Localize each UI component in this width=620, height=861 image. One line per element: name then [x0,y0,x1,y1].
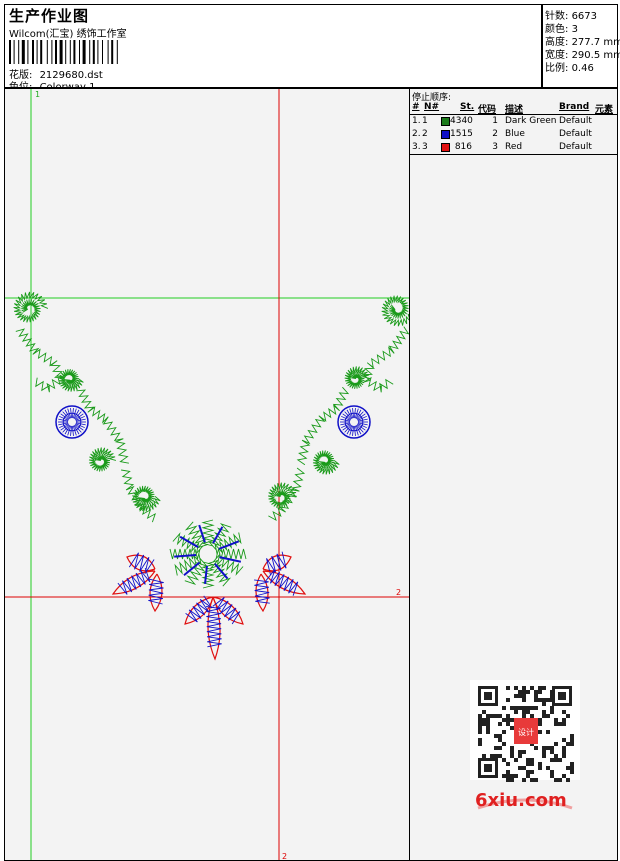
row-number: 2. [412,129,421,139]
col-header-n: N# [424,102,440,112]
guide-label-2-bottom: 2 [282,852,287,861]
row-number: 1. [412,116,421,126]
scale-row: 比例: 0.46 [545,59,594,74]
design-stats-panel: 针数: 6673 颜色: 3 高度: 277.7 mm 宽度: 290.5 mm… [542,4,620,88]
row-code: 2 [492,129,498,139]
table-bottom-divider [410,154,617,155]
scale-value: 0.46 [571,63,594,74]
design-canvas[interactable]: 1 2 2 [4,88,410,861]
watermark-text: 6xiu.com [475,790,567,811]
row-brand: Default [559,129,592,139]
embroidery-motif [13,291,409,661]
guide-label-2-right: 2 [396,588,401,597]
page-title: 生产作业图 [9,7,90,25]
row-stitches: 4340 [450,116,473,126]
row-description: Red [505,142,523,152]
guide-label-1: 1 [35,90,40,99]
row-brand: Default [559,116,592,126]
color-swatch [441,143,450,152]
row-description: Blue [505,129,525,139]
row-needle: 1 [422,116,428,126]
row-needle: 2 [422,129,428,139]
row-needle: 3 [422,142,428,152]
row-stitches: 1515 [450,129,473,139]
row-number: 3. [412,142,421,152]
col-header-brand: Brand [559,102,590,112]
col-header-hash: # [412,102,420,112]
barcode-image [9,40,118,64]
row-code: 3 [492,142,498,152]
row-description: Dark Green [505,116,557,126]
scale-label: 比例: [545,63,569,74]
row-code: 1 [492,116,498,126]
color-swatch [441,117,450,126]
company-name: Wilcom(汇宝) 绣饰工作室 [9,29,127,40]
header-info-panel: 生产作业图 Wilcom(汇宝) 绣饰工作室 花版: 2129680.dst 色… [4,4,542,93]
row-brand: Default [559,142,592,152]
col-header-stitches: St. [460,102,475,112]
color-swatch [441,130,450,139]
stamp-text: 设计 [518,727,534,737]
embroidery-preview: 1 2 2 [5,89,409,861]
row-stitches: 816 [454,142,472,152]
